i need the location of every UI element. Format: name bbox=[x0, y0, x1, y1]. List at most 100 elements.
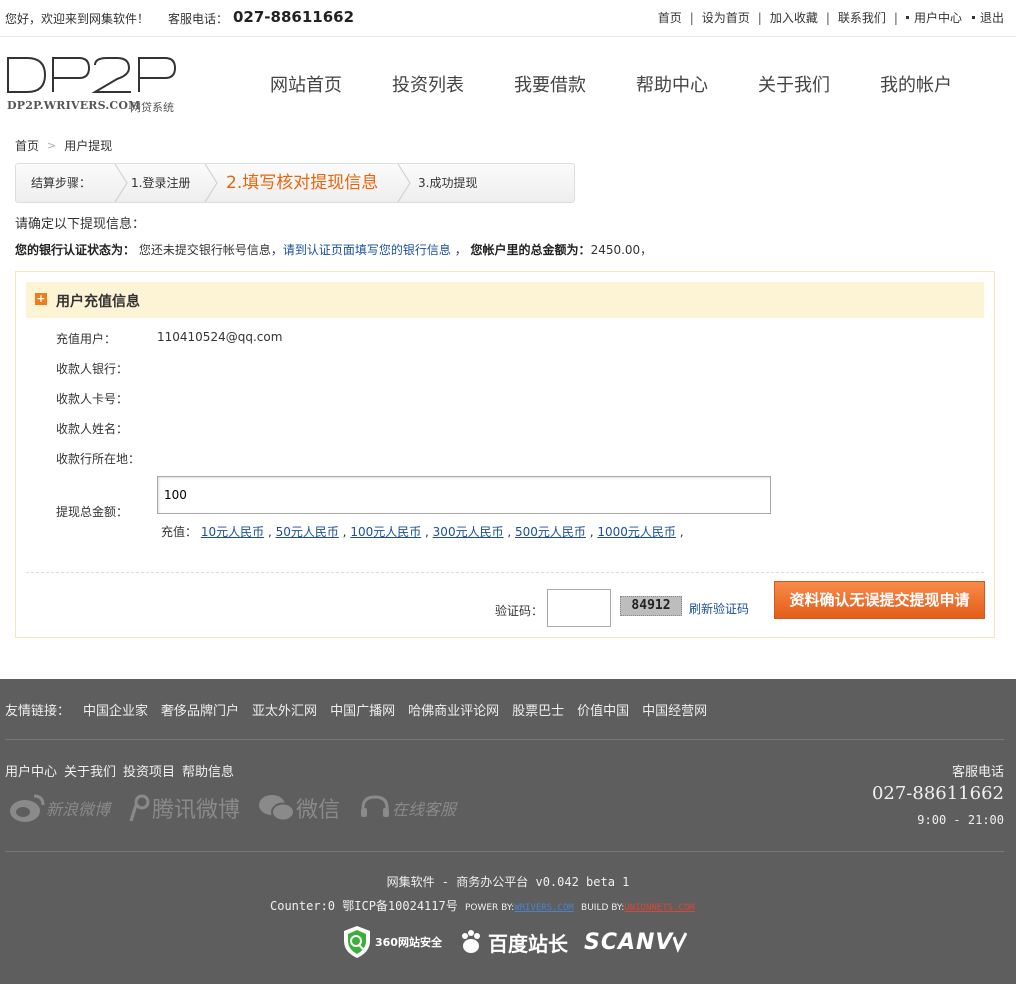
friend-link[interactable]: 股票巴士 bbox=[512, 700, 564, 719]
withdraw-info-panel: + 用户充值信息 充值用户： 110410524@qq.com 收款人银行： 收… bbox=[15, 271, 995, 638]
friend-link[interactable]: 哈佛商业评论网 bbox=[408, 700, 499, 719]
main-nav: 网站首页 投资列表 我要借款 帮助中心 关于我们 我的帐户 bbox=[270, 71, 1002, 97]
quick-amount-1000[interactable]: 1000元人民币 bbox=[597, 525, 676, 539]
badge-scanv[interactable]: SCANV bbox=[583, 929, 688, 955]
top-link-logout[interactable]: 退出 bbox=[980, 9, 1004, 26]
wechat-label: 微信 bbox=[296, 798, 341, 823]
submit-withdraw-button[interactable]: 资料确认无误提交提现申请 bbox=[774, 581, 985, 619]
field-label-card: 收款人卡号： bbox=[56, 392, 129, 406]
power-by-link[interactable]: WRIVERS.COM bbox=[514, 903, 574, 913]
badge-baidu[interactable]: 百度站长 bbox=[458, 928, 568, 957]
panel-title: 用户充值信息 bbox=[56, 294, 140, 310]
captcha-image[interactable]: 84912 bbox=[620, 596, 682, 616]
top-bar: 您好，欢迎来到网集软件！ 客服电话： 027-88611662 首页 | 设为首… bbox=[0, 0, 1016, 37]
top-link-user-center[interactable]: 用户中心 bbox=[914, 9, 962, 26]
friend-link[interactable]: 中国广播网 bbox=[330, 700, 395, 719]
footer-link-user-center[interactable]: 用户中心 bbox=[5, 761, 57, 780]
total-amount-value: 2450.00， bbox=[590, 243, 653, 257]
top-links: 首页 | 设为首页 | 加入收藏 | 联系我们 | 用户中心 退出 bbox=[658, 9, 1004, 26]
step-1: 1.登录注册 bbox=[131, 176, 191, 190]
footer-links: 用户中心 关于我们 投资项目 帮助信息 bbox=[5, 761, 241, 780]
friend-link[interactable]: 奢侈品牌门户 bbox=[161, 700, 239, 719]
copyright-text: 网集软件 - 商务办公平台 v0.042 beta 1 bbox=[386, 875, 630, 889]
quick-amounts: 充值： 10元人民币 , 50元人民币 , 100元人民币 , 300元人民币 … bbox=[161, 525, 684, 539]
tencent-weibo-link[interactable]: 腾讯微博 bbox=[128, 792, 240, 824]
bullet-icon bbox=[971, 16, 975, 19]
divider bbox=[5, 851, 1004, 852]
footer-link-help[interactable]: 帮助信息 bbox=[182, 761, 234, 780]
bank-status-text: 您还未提交银行帐号信息， bbox=[138, 243, 283, 257]
cs-label: 客服电话 bbox=[951, 765, 1004, 780]
tencent-weibo-icon bbox=[129, 794, 150, 822]
badge-360[interactable]: 360网站安全 bbox=[342, 925, 442, 959]
step-arrow-icon bbox=[397, 164, 411, 202]
footer-link-about[interactable]: 关于我们 bbox=[64, 761, 116, 780]
breadcrumb-home[interactable]: 首页 bbox=[15, 137, 39, 154]
quick-amount-100[interactable]: 100元人民币 bbox=[350, 525, 421, 539]
nav-my-account[interactable]: 我的帐户 bbox=[880, 71, 952, 97]
phone-label: 客服电话： bbox=[168, 12, 229, 26]
check-icon bbox=[673, 932, 688, 953]
quick-amount-50[interactable]: 50元人民币 bbox=[276, 525, 339, 539]
cs-hours: 9:00 - 21:00 bbox=[917, 813, 1004, 827]
friend-link[interactable]: 中国企业家 bbox=[83, 700, 148, 719]
headset-icon bbox=[361, 795, 390, 817]
refresh-captcha-link[interactable]: 刷新验证码 bbox=[689, 600, 749, 617]
field-label-bank: 收款人银行： bbox=[56, 362, 129, 376]
cs-phone: 027-88611662 bbox=[871, 783, 1004, 804]
quick-amount-10[interactable]: 10元人民币 bbox=[201, 525, 264, 539]
top-link-home[interactable]: 首页 bbox=[658, 9, 682, 26]
badge-baidu-label: 百度站长 bbox=[487, 931, 568, 956]
welcome-text: 您好，欢迎来到网集软件！ bbox=[5, 12, 150, 26]
field-value-user: 110410524@qq.com bbox=[157, 330, 283, 344]
total-amount-label: 您帐户里的总金额为： bbox=[470, 243, 591, 257]
panel-header: + 用户充值信息 bbox=[26, 282, 984, 318]
top-link-contact[interactable]: 联系我们 bbox=[838, 9, 886, 26]
footer-link-projects[interactable]: 投资项目 bbox=[123, 761, 175, 780]
counter-icp: Counter:0 鄂ICP备10024117号 bbox=[270, 899, 458, 913]
bank-info-link[interactable]: 请到认证页面填写您的银行信息 bbox=[283, 243, 451, 257]
wechat-icon bbox=[259, 795, 296, 822]
friend-links-label: 友情链接： bbox=[5, 704, 71, 719]
captcha-input[interactable] bbox=[547, 589, 611, 627]
nav-invest-list[interactable]: 投资列表 bbox=[392, 71, 464, 97]
breadcrumb-current: 用户提现 bbox=[64, 139, 113, 153]
nav-home[interactable]: 网站首页 bbox=[270, 71, 342, 97]
step-2-active: 2.填写核对提现信息 bbox=[226, 173, 379, 193]
top-phone-number: 027-88611662 bbox=[233, 8, 355, 26]
captcha-label: 验证码： bbox=[495, 604, 544, 618]
social-links: 新浪微博 腾讯微博 微信 在线客服 bbox=[8, 792, 474, 824]
divider bbox=[26, 572, 984, 573]
power-by-label: POWER BY: bbox=[464, 903, 515, 913]
top-link-bookmark[interactable]: 加入收藏 bbox=[770, 9, 818, 26]
weibo-icon bbox=[10, 794, 45, 822]
friend-link[interactable]: 亚太外汇网 bbox=[252, 700, 317, 719]
tencent-weibo-label: 腾讯微博 bbox=[152, 798, 241, 823]
footer: 友情链接： 中国企业家 奢侈品牌门户 亚太外汇网 中国广播网 哈佛商业评论网 股… bbox=[0, 679, 1016, 984]
nav-about[interactable]: 关于我们 bbox=[758, 71, 830, 97]
amount-input[interactable] bbox=[157, 476, 771, 514]
plus-icon[interactable]: + bbox=[35, 293, 47, 305]
friend-link[interactable]: 价值中国 bbox=[577, 700, 629, 719]
badge-scanv-label: SCANV bbox=[583, 929, 674, 955]
quick-amount-300[interactable]: 300元人民币 bbox=[433, 525, 504, 539]
sina-weibo-link[interactable]: 新浪微博 bbox=[8, 792, 110, 824]
divider: | bbox=[757, 10, 762, 25]
divider: | bbox=[893, 10, 898, 25]
build-by-link[interactable]: UNIONNETS.COM bbox=[624, 903, 694, 913]
bullet-icon bbox=[905, 16, 909, 19]
top-link-set-homepage[interactable]: 设为首页 bbox=[702, 9, 750, 26]
friend-link[interactable]: 中国经营网 bbox=[642, 700, 707, 719]
shield-icon bbox=[344, 926, 370, 958]
sina-weibo-label: 新浪微博 bbox=[46, 800, 111, 819]
build-by-label: BUILD BY: bbox=[581, 903, 625, 913]
quick-amount-500[interactable]: 500元人民币 bbox=[515, 525, 586, 539]
online-service-link[interactable]: 在线客服 bbox=[358, 793, 456, 823]
field-label-location: 收款行所在地： bbox=[56, 452, 141, 466]
wechat-link[interactable]: 微信 bbox=[258, 792, 340, 824]
nav-borrow[interactable]: 我要借款 bbox=[514, 71, 586, 97]
nav-help[interactable]: 帮助中心 bbox=[636, 71, 708, 97]
field-label-name: 收款人姓名： bbox=[56, 422, 129, 436]
baidu-paw-icon bbox=[461, 930, 480, 953]
site-logo[interactable]: DP2P.WRIVERS.COM 网贷系统 bbox=[7, 55, 182, 115]
